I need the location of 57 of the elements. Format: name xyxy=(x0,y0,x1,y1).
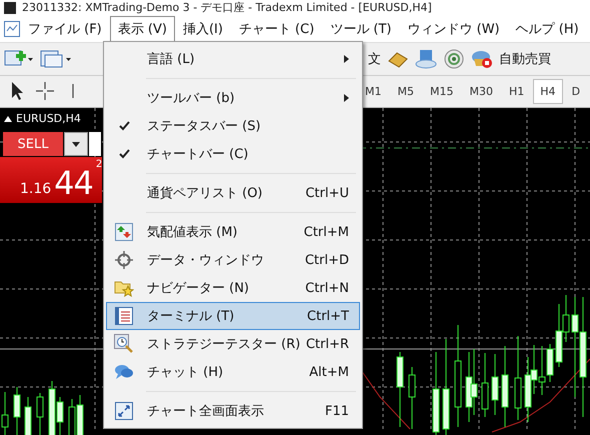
candlestick xyxy=(14,386,20,435)
fullscreen-icon xyxy=(115,402,133,420)
dropdown-button[interactable] xyxy=(64,132,88,156)
list-window-icon xyxy=(115,307,133,325)
folder-star-icon xyxy=(114,279,134,297)
chart-window-icon[interactable] xyxy=(4,20,20,37)
chart-symbol-label: EURUSD,H4 xyxy=(16,112,81,125)
caret-icon xyxy=(72,142,80,146)
triangle-icon xyxy=(4,116,12,122)
menu-item[interactable]: ファイル (F) xyxy=(20,16,110,42)
price-prefix: 1.16 xyxy=(20,181,52,197)
sell-button[interactable]: SELL xyxy=(3,132,63,156)
app-icon xyxy=(4,2,16,14)
crosshair-icon xyxy=(115,251,133,269)
window-title: 23011332: XMTrading-Demo 3 - デモ口座 - Tradexm Limited - [EURUSD,H4] xyxy=(22,0,432,16)
timeframe-button[interactable]: H4 xyxy=(533,78,563,104)
dropdown-menu-item[interactable]: ツールバー (b) xyxy=(106,84,360,112)
dropdown-menu-item[interactable]: ステータスバー (S) xyxy=(106,112,360,140)
timeframe-button[interactable]: M1 xyxy=(358,78,388,104)
dropdown-menu-item[interactable]: チャート全画面表示 F11 xyxy=(106,397,360,425)
menu-item[interactable]: チャート (C) xyxy=(230,16,322,42)
checkmark-icon xyxy=(118,121,130,131)
dropdown-menu-item[interactable]: ターミナル (T) Ctrl+T xyxy=(106,302,360,330)
candlestick xyxy=(24,396,32,435)
candlestick xyxy=(492,354,498,416)
submenu-arrow-icon xyxy=(344,54,349,62)
menu-item[interactable]: 表示 (V) xyxy=(110,16,175,42)
timeframe-button[interactable]: H1 xyxy=(502,78,532,104)
dropdown-menu-item[interactable]: チャートバー (C) xyxy=(106,140,360,168)
menu-item[interactable]: ツール (T) xyxy=(322,16,400,42)
candlestick xyxy=(482,352,488,418)
dropdown-menu-item[interactable]: 気配値表示 (M) Ctrl+M xyxy=(106,218,360,246)
profiles-icon[interactable] xyxy=(40,48,72,70)
dropdown-menu-item[interactable]: ストラテジーテスター (R) Ctrl+R xyxy=(106,330,360,358)
timeframe-button[interactable]: D xyxy=(564,78,588,104)
speech-bubbles-icon xyxy=(114,363,134,381)
menu-item[interactable]: ヘルプ (H) xyxy=(508,16,587,42)
price-digits: 44 xyxy=(54,163,93,203)
candlestick xyxy=(408,366,416,430)
menu-item[interactable]: ウィンドウ (W) xyxy=(400,16,508,42)
magnifier-clock-icon xyxy=(114,334,134,354)
dropdown-menu-item[interactable]: 言語 (L) xyxy=(106,45,360,73)
menu-item[interactable]: 挿入(I) xyxy=(174,16,231,42)
toolbar-label[interactable]: 文 xyxy=(368,50,381,68)
dropdown-menu-item[interactable]: チャット (H) Alt+M xyxy=(106,358,360,386)
up-down-arrows-icon xyxy=(115,223,133,241)
timeframe-button[interactable]: M15 xyxy=(423,78,460,104)
timeframe-button[interactable]: M30 xyxy=(462,78,500,104)
volume-field[interactable] xyxy=(89,132,101,156)
checkmark-icon xyxy=(118,149,130,159)
price-pip-digit: 2 xyxy=(96,159,102,170)
dropdown-menu-item[interactable]: データ・ウィンドウ Ctrl+D xyxy=(106,246,360,274)
submenu-arrow-icon xyxy=(344,94,349,102)
dropdown-menu-item[interactable]: ナビゲーター (N) Ctrl+N xyxy=(106,274,360,302)
dropdown-menu-item[interactable]: 通貨ペアリスト (O) Ctrl+U xyxy=(106,179,360,207)
auto-trading-button[interactable]: 自動売買 xyxy=(499,50,551,68)
timeframe-button[interactable]: M5 xyxy=(390,78,421,104)
